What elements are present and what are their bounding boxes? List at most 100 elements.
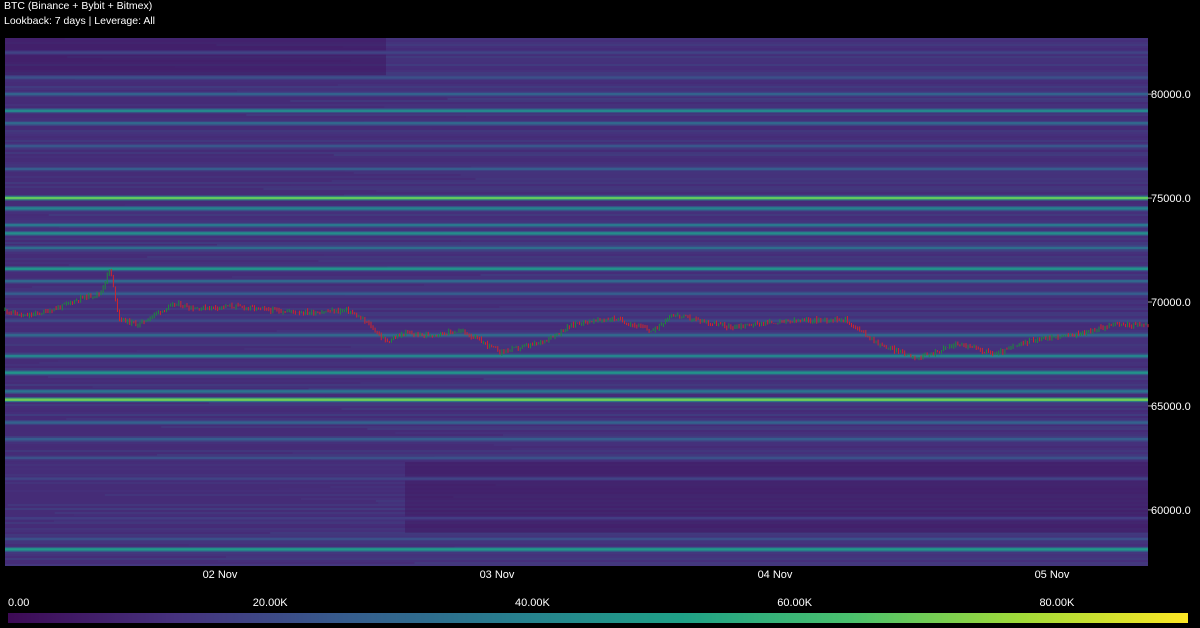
heatmap-texture-row [124,204,1149,206]
heatmap-texture-row [5,328,1148,330]
heatmap-texture-row [5,416,1148,418]
heatmap-texture-row [263,188,1148,190]
colorbar-tick-label: 0.00 [8,597,29,609]
heatmap-texture-row [290,100,1149,102]
heatmap-texture-row [499,306,1148,308]
y-tick-label: 80000.0 [1151,89,1191,101]
heatmap-dark-region [5,38,386,76]
heatmap-texture-row [188,544,1149,546]
plot-area [5,38,1149,566]
heatmap-texture-row [5,134,1148,136]
heatmap-texture-row [395,432,1148,434]
heatmap-texture-row [5,186,1148,188]
heatmap-texture-row [318,260,1148,262]
heatmap-texture-row [423,284,1149,286]
liquidation-band [5,207,1148,210]
heatmap-texture-row [350,346,1148,348]
heatmap-texture-row [414,562,1148,564]
heatmap-texture-row [246,114,1148,116]
liquidation-band [5,280,1148,283]
heatmap-texture-row [5,140,1148,142]
heatmap-texture-row [5,130,1148,132]
heatmap-texture-row [161,426,1149,428]
liquidation-band [5,292,1148,295]
liquidation-band [5,144,1148,148]
heatmap-texture-row [337,84,1148,86]
heatmap-texture-row [5,430,1148,432]
heatmap-texture-row [343,46,1148,48]
heatmap-texture-row [511,448,1148,450]
heatmap-texture-row [5,238,1148,240]
heatmap-texture-row [5,406,1148,408]
heatmap-texture-row [493,444,1149,446]
heatmap-texture-row [5,314,1148,316]
heatmap-texture-row [58,360,1148,362]
heatmap-texture-row [5,156,1148,158]
heatmap-texture-row [483,378,1148,380]
heatmap-texture-row [461,240,1148,242]
heatmap-texture-row [447,98,1148,100]
liquidation-band [5,477,1148,480]
y-tick-label: 75000.0 [1151,193,1191,205]
heatmap-texture-row [92,386,1149,388]
heatmap-texture-row [5,410,1148,412]
heatmap-texture-row [5,202,1148,204]
heatmap-texture-row [502,434,1148,436]
heatmap-texture-row [5,136,1148,138]
heatmap-texture-row [217,560,1148,562]
liquidation-band [5,437,1148,441]
x-axis: 02 Nov 03 Nov 04 Nov 05 Nov [203,569,1070,581]
heatmap-texture-row [5,164,1148,166]
x-tick-label: 03 Nov [480,569,515,581]
heatmap-texture-row [5,552,1148,554]
heatmap-texture-row [360,382,1148,384]
liquidation-band [5,334,1148,337]
heatmap-texture-row [5,324,1148,326]
heatmap-texture-row [5,442,1148,444]
colorbar-tick-label: 40.00K [515,597,551,609]
liquidation-band [5,109,1148,112]
heatmap-texture-row [5,86,1148,88]
heatmap-texture-row [5,564,1148,566]
heatmap-texture-row [5,118,1148,120]
heatmap-texture-row [5,338,1148,340]
liquidation-heatmap-chart: 80000.0 75000.0 70000.0 65000.0 60000.0 02 N… [4,38,1191,623]
heatmap-texture-row [68,264,1149,266]
liquidation-band [5,76,1148,79]
heatmap-texture-row [5,296,1148,298]
heatmap-texture-row [5,138,1148,140]
heatmap-texture-row [5,412,1148,414]
heatmap-texture-row [5,80,1148,82]
liquidation-band [5,246,1148,250]
heatmap-texture-row [39,362,1148,364]
heatmap-texture-row [5,236,1148,238]
heatmap-texture-row [432,128,1149,130]
heatmap-texture-row [5,414,1148,416]
heatmap-texture-row [5,308,1148,310]
heatmap-texture-row [353,172,1148,174]
heatmap-texture-row [5,82,1148,84]
heatmap-texture-row [208,402,1148,404]
heatmap-texture-row [5,326,1148,328]
colorbar: 0.00 20.00K 40.00K 60.00K 80.00K [8,597,1188,623]
liquidation-band [5,354,1148,358]
heatmap-texture-row [5,126,1148,128]
heatmap-texture-row [292,452,1148,454]
heatmap-texture-row [5,272,1148,274]
heatmap-texture-row [5,182,1148,184]
heatmap-texture-row [465,116,1149,118]
heatmap-texture-row [5,534,1148,536]
liquidation-band [5,223,1148,227]
heatmap-texture-row [5,342,1148,344]
heatmap-texture-row [5,366,1148,368]
y-tick-label: 70000.0 [1151,297,1191,309]
heatmap-texture-row [5,302,1148,304]
heatmap-texture-row [5,216,1148,218]
heatmap-texture-row [475,178,1149,180]
heatmap-texture-row [5,340,1148,342]
heatmap-texture-row [147,256,1148,258]
heatmap-texture-row [47,158,1148,160]
heatmap-texture-row [5,288,1148,290]
liquidation-band [5,456,1148,460]
x-tick-label: 04 Nov [758,569,793,581]
